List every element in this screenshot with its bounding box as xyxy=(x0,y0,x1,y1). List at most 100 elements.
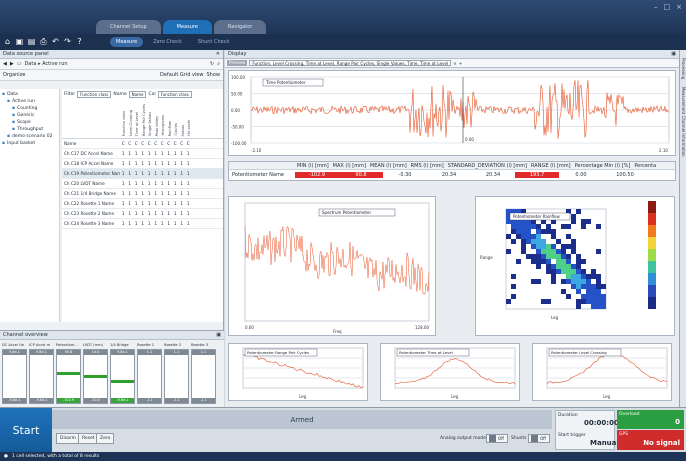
grid-column-header[interactable]: Range Pair Cycles xyxy=(142,104,146,136)
subtab-measure[interactable]: Measure xyxy=(110,37,144,47)
table-row[interactable]: Name C C C C C C C C C C C xyxy=(62,139,223,149)
tree-item[interactable]: ▪ Input basket xyxy=(2,140,57,147)
grid-column-header[interactable]: Function class xyxy=(122,111,126,136)
minimize-icon[interactable]: – xyxy=(654,3,658,11)
stat-column-header[interactable]: Percenta xyxy=(634,163,656,169)
tab-navigator[interactable]: Navigator xyxy=(213,20,267,34)
subtab-zero-check[interactable]: Zero Check xyxy=(147,37,187,47)
row-select[interactable]: Name xyxy=(128,90,147,98)
show-menu[interactable]: Show xyxy=(207,72,221,78)
table-row[interactable]: Ch C18 ICP Accel Name 1 1 1 1 1 1 1 1 1 1 1 xyxy=(62,159,223,169)
search-icon[interactable]: ⌕ xyxy=(217,61,220,67)
table-cell[interactable]: 1 xyxy=(185,221,192,226)
channel-meter[interactable]: LVDT (mm) 10.0 -10.0 xyxy=(83,343,108,406)
home-icon[interactable]: ⌂ xyxy=(3,37,12,46)
start-button[interactable]: Start xyxy=(0,408,52,453)
start-trigger-value[interactable]: Manual xyxy=(590,439,619,447)
stat-column-header[interactable]: RANGE (l) [mm] xyxy=(531,163,571,169)
grid-column-header[interactable]: Histograms xyxy=(161,115,165,136)
print-icon[interactable]: ⎙ xyxy=(39,37,48,46)
breadcrumb[interactable]: Data ▸ Active run xyxy=(24,61,67,67)
display-tab-functions[interactable]: Function, Level Crossing, Time at Level,… xyxy=(249,60,452,66)
tree-item[interactable]: ▪ Scope xyxy=(2,119,57,126)
add-tab-icon[interactable]: + xyxy=(459,61,463,66)
close-icon[interactable]: × xyxy=(676,3,682,11)
channel-meter[interactable]: Potentiom... 90.8 -102.9 xyxy=(56,343,81,406)
tree-item[interactable]: ▪ demo scenario 02 xyxy=(2,133,57,140)
range-pair-cycles-plot[interactable]: Potentiometer Range Pair Cycles Leg xyxy=(228,343,368,401)
side-tab-processing[interactable]: Processing xyxy=(681,58,686,79)
disarm-button[interactable]: Disarm xyxy=(56,433,80,444)
channel-meter[interactable]: Rosette 3 1.1 -1.1 xyxy=(191,343,216,406)
statistics-row[interactable]: Potentiometer Name -102.9 90.8 -0.30 20.34 20… xyxy=(229,170,675,180)
refresh-icon[interactable]: ↻ xyxy=(210,61,214,67)
channel-meter[interactable]: ICP Accel m 9.8e-1 -9.8e-1 xyxy=(29,343,54,406)
grid-column-header[interactable]: Peak Valley xyxy=(155,116,159,136)
stat-column-header[interactable]: RMS (l) [mm] xyxy=(411,163,444,169)
stat-column-header[interactable]: MAX (l) [mm] xyxy=(333,163,366,169)
table-row[interactable]: Ch C23 Rosette 2 Name 1 1 1 1 1 1 1 1 1 1 1 xyxy=(62,209,223,219)
grid-column-header[interactable]: Rainflow xyxy=(168,121,172,136)
grid-column-header[interactable]: Counts xyxy=(174,123,178,136)
table-cell[interactable]: 1 xyxy=(185,181,192,186)
table-row[interactable]: Ch C22 Rosette 1 Name 1 1 1 1 1 1 1 1 1 1 1 xyxy=(62,199,223,209)
channel-meter[interactable]: Rosette 1 1.1 -1.1 xyxy=(137,343,162,406)
rainflow-plot[interactable]: Potentiometer Rainflow Leg Range xyxy=(475,196,675,336)
redo-icon[interactable]: ↷ xyxy=(63,37,72,46)
grid-column-header[interactable]: Single Values xyxy=(148,112,152,136)
table-cell[interactable]: C xyxy=(185,141,192,146)
panel-close-icon[interactable]: ✕ xyxy=(216,51,220,57)
col-select[interactable]: Function class xyxy=(157,90,192,98)
save-as-icon[interactable]: ▤ xyxy=(27,37,36,46)
spectrum-plot[interactable]: Spectrum Potentiometer 0.00 128.00 Freq xyxy=(228,196,436,336)
folder-icon[interactable]: ▭ xyxy=(17,61,22,67)
table-row[interactable]: Ch C24 Rosette 3 Name 1 1 1 1 1 1 1 1 1 1 1 xyxy=(62,219,223,229)
tree-item[interactable]: ▪ Counting xyxy=(2,105,57,112)
grid-column-header[interactable]: Status xyxy=(181,125,185,136)
channel-meter[interactable]: DC Accel Ue 9.8e-1 -9.8e-1 xyxy=(2,343,27,406)
level-crossing-plot[interactable]: Potentiometer Level Crossing Leg xyxy=(532,343,672,401)
stat-column-header[interactable]: STANDARD_DEVIATION (l) [mm] xyxy=(448,163,527,169)
channel-meter[interactable]: 1/4 Bridge 9.8e-1 -9.8e-1 xyxy=(110,343,135,406)
table-row[interactable]: Ch C21 1/4 Bridge Name 1 1 1 1 1 1 1 1 1 1 1 xyxy=(62,189,223,199)
zero-button[interactable]: Zero xyxy=(96,433,115,444)
table-cell[interactable]: 1 xyxy=(185,161,192,166)
tree-item[interactable]: ▪ Active run xyxy=(2,98,57,105)
subtab-shunt-check[interactable]: Shunt Check xyxy=(192,37,236,47)
grid-column-header[interactable]: Hit Level xyxy=(187,120,191,136)
shunts-toggle[interactable]: Off xyxy=(528,434,550,443)
stat-column-header[interactable]: MIN (l) [mm] xyxy=(297,163,329,169)
stat-column-header[interactable]: Percentage Min (l) [%] xyxy=(575,163,631,169)
filter-select[interactable]: Function class xyxy=(77,90,112,98)
grid-view-select[interactable]: Default Grid view xyxy=(160,72,203,78)
table-row[interactable]: Ch C19 Potentiometer Name 1 1 1 1 1 1 1 1 1 1 1 xyxy=(62,169,223,179)
analog-output-toggle[interactable]: Off xyxy=(486,434,508,443)
side-tab-channel-info[interactable]: Measurement Channel Information xyxy=(681,87,686,157)
grid-column-header[interactable]: Level Crossing xyxy=(129,110,133,136)
tree-item[interactable]: ▪ Throughput xyxy=(2,126,57,133)
help-icon[interactable]: ? xyxy=(75,37,84,46)
time-at-level-plot[interactable]: Potentiometer Time at Level Leg xyxy=(380,343,520,401)
tree-item[interactable]: ▪ Generic xyxy=(2,112,57,119)
forward-icon[interactable]: ▶ xyxy=(10,61,14,67)
stat-column-header[interactable]: MEAN (l) [mm] xyxy=(370,163,407,169)
tab-channel-setup[interactable]: Channel Setup xyxy=(96,20,161,34)
table-cell[interactable]: 1 xyxy=(185,191,192,196)
time-plot[interactable]: 100.00 50.00 0.00 -50.00 -100.00 0.00 -2.10 2.1… xyxy=(228,70,676,156)
table-cell[interactable]: 1 xyxy=(185,171,192,176)
display-tab-close-icon[interactable]: × xyxy=(453,61,457,66)
table-row[interactable]: Ch C20 LVDT Name 1 1 1 1 1 1 1 1 1 1 1 xyxy=(62,179,223,189)
table-cell[interactable]: 1 xyxy=(185,201,192,206)
maximize-icon[interactable]: □ xyxy=(664,3,671,11)
tab-measure[interactable]: Measure xyxy=(162,20,212,34)
table-cell[interactable]: 1 xyxy=(185,151,192,156)
undo-icon[interactable]: ↶ xyxy=(51,37,60,46)
table-row[interactable]: Ch C17 DC Accel Name 1 1 1 1 1 1 1 1 1 1 1 xyxy=(62,149,223,159)
grid-column-header[interactable]: Time at Level xyxy=(135,112,139,136)
display-expand-icon[interactable]: ▣ xyxy=(671,51,676,57)
channel-meter[interactable]: Rosette 2 1.1 -1.1 xyxy=(164,343,189,406)
back-icon[interactable]: ◀ xyxy=(3,61,7,67)
tree-item[interactable]: ▪ Data xyxy=(2,91,57,98)
channel-overview-expand-icon[interactable]: ▣ xyxy=(216,332,221,338)
organize-menu[interactable]: Organize xyxy=(3,72,25,78)
